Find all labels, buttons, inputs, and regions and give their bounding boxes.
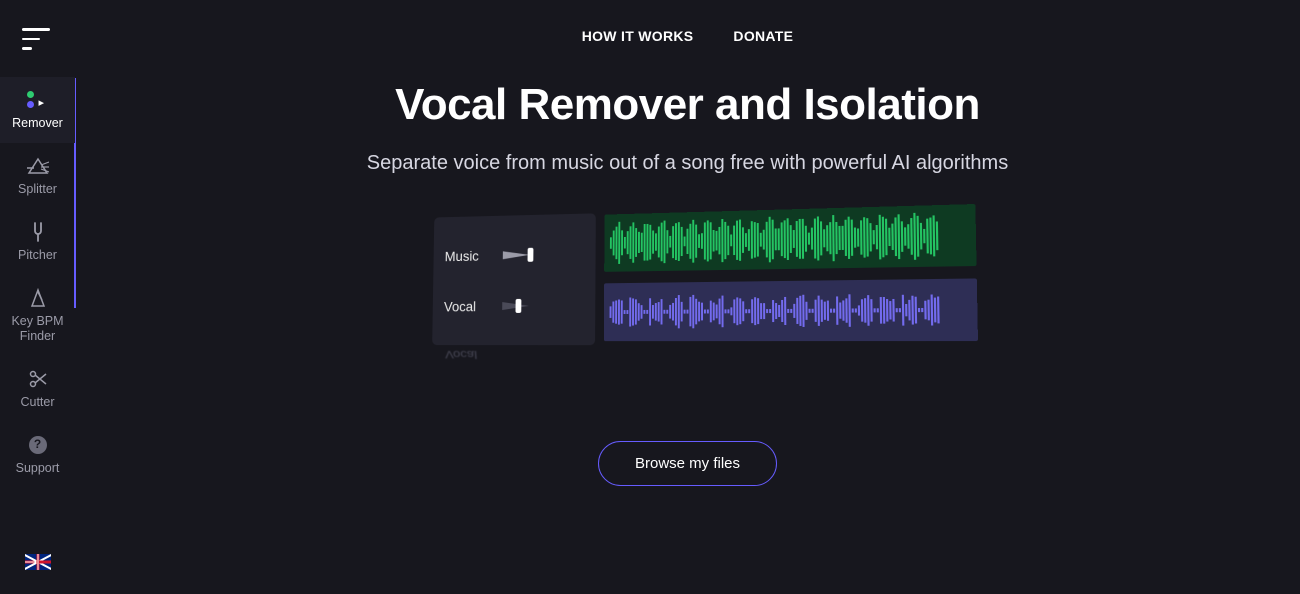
browse-files-button[interactable]: Browse my files: [598, 441, 777, 486]
page-title: Vocal Remover and Isolation: [75, 80, 1300, 130]
sidebar-item-label: Pitcher: [18, 248, 57, 263]
nav-how-it-works[interactable]: HOW IT WORKS: [582, 28, 694, 44]
sidebar-item-pitcher[interactable]: Pitcher: [0, 209, 75, 275]
menu-toggle[interactable]: [0, 0, 75, 77]
sidebar-item-support[interactable]: ? Support: [0, 422, 75, 488]
sidebar: ▸ Remover Splitter Pitcher Key BPM Finde…: [0, 0, 75, 594]
main-content: HOW IT WORKS DONATE Vocal Remover and Is…: [75, 0, 1300, 594]
help-icon: ?: [29, 434, 47, 456]
scissors-icon: [28, 368, 48, 390]
vocal-slider: [502, 301, 538, 309]
remover-icon: ▸: [27, 89, 49, 111]
metronome-icon: [29, 287, 47, 309]
preview-widget: Music Vocal Vocal: [428, 215, 948, 385]
track-label-vocal: Vocal: [443, 298, 488, 314]
waveforms: [603, 204, 977, 354]
tuning-fork-icon: [30, 221, 46, 243]
music-slider: [502, 250, 538, 259]
waveform-music: [604, 204, 976, 272]
sidebar-item-label: Support: [16, 461, 60, 476]
sidebar-item-label: Remover: [12, 116, 63, 131]
sidebar-item-remover[interactable]: ▸ Remover: [0, 77, 75, 143]
waveform-vocal: [603, 278, 977, 341]
sidebar-item-label: Cutter: [20, 395, 54, 410]
sidebar-item-keybpm[interactable]: Key BPM Finder: [0, 275, 75, 356]
nav-donate[interactable]: DONATE: [733, 28, 793, 44]
sidebar-item-cutter[interactable]: Cutter: [0, 356, 75, 422]
top-nav: HOW IT WORKS DONATE: [75, 0, 1300, 44]
prism-icon: [27, 155, 49, 177]
page-subtitle: Separate voice from music out of a song …: [75, 152, 1300, 175]
sidebar-item-label: Splitter: [18, 182, 57, 197]
track-label-music: Music: [444, 247, 489, 264]
reflection-text: Vocal: [444, 349, 477, 362]
sidebar-item-language[interactable]: [0, 539, 75, 594]
sidebar-item-splitter[interactable]: Splitter: [0, 143, 75, 209]
track-panel: Music Vocal Vocal: [432, 213, 596, 345]
sidebar-item-label: Key BPM Finder: [2, 314, 73, 344]
flag-uk-icon: [25, 551, 51, 573]
